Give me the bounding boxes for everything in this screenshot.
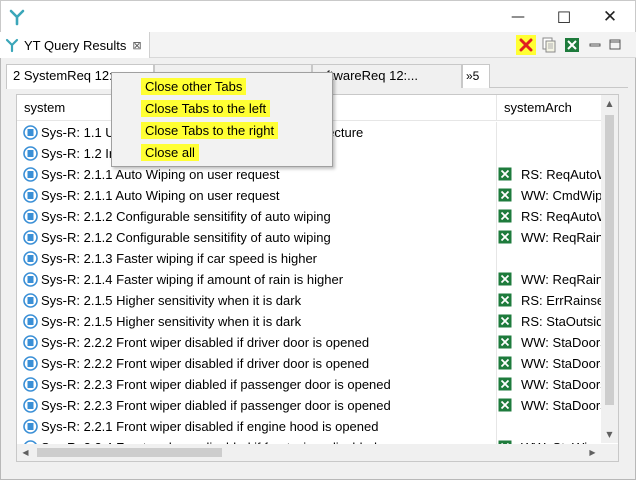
system-cell[interactable]: Sys-R: 2.1.1 Auto Wiping on user request bbox=[17, 164, 497, 185]
table-row[interactable]: Sys-R: 2.2.3 Front wiper diabled if pass… bbox=[17, 374, 603, 395]
systemarch-cell[interactable]: WW: StaDoors bbox=[497, 353, 603, 374]
minimize-view-button[interactable] bbox=[585, 35, 605, 55]
menu-item-close-tabs-right[interactable]: Close Tabs to the right bbox=[112, 120, 332, 142]
maximize-button[interactable]: ☐ bbox=[541, 1, 587, 33]
table-row[interactable]: Sys-R: 2.2.3 Front wiper diabled if pass… bbox=[17, 395, 603, 416]
system-cell[interactable]: Sys-R: 2.1.5 Higher sensitivity when it … bbox=[17, 290, 497, 311]
scroll-up-icon[interactable]: ▲ bbox=[601, 95, 618, 112]
systemarch-cell[interactable]: WW: ReqRainSensor bbox=[497, 269, 603, 290]
view-tab-label: YT Query Results bbox=[24, 37, 127, 53]
systemarch-cell[interactable] bbox=[497, 143, 603, 164]
systemarch-cell[interactable]: WW: StaDoors bbox=[497, 374, 603, 395]
table-row[interactable]: Sys-R: 2.1.1 Auto Wiping on user request… bbox=[17, 164, 603, 185]
menu-item-close-other-tabs[interactable]: Close other Tabs bbox=[112, 76, 332, 98]
maximize-view-icon bbox=[609, 39, 621, 50]
close-view-tab-icon[interactable]: ⊠ bbox=[132, 39, 141, 52]
system-cell[interactable]: Sys-R: 2.1.2 Configurable sensitifity of… bbox=[17, 206, 497, 227]
menu-item-label: Close Tabs to the right bbox=[141, 122, 279, 139]
menu-item-label: Close all bbox=[141, 144, 199, 161]
system-cell[interactable]: Sys-R: 2.2.3 Front wiper diabled if pass… bbox=[17, 395, 497, 416]
red-x-icon bbox=[519, 38, 533, 52]
systemarch-cell[interactable] bbox=[497, 248, 603, 269]
menu-item-close-tabs-left[interactable]: Close Tabs to the left bbox=[112, 98, 332, 120]
systemarch-cell[interactable]: WW: CmdWiping bbox=[497, 185, 603, 206]
table-row[interactable]: Sys-R: 2.2.1 Front wiper disabled if eng… bbox=[17, 416, 603, 437]
vertical-scroll-thumb[interactable] bbox=[605, 115, 614, 405]
table-row[interactable]: Sys-R: 2.1.5 Higher sensitivity when it … bbox=[17, 311, 603, 332]
system-cell[interactable]: Sys-R: 2.1.3 Faster wiping if car speed … bbox=[17, 248, 497, 269]
app-logo-icon bbox=[9, 9, 25, 26]
table-row[interactable]: Sys-R: 2.1.3 Faster wiping if car speed … bbox=[17, 248, 603, 269]
system-cell[interactable]: Sys-R: 2.2.2 Front wiper disabled if dri… bbox=[17, 332, 497, 353]
copy-button[interactable] bbox=[539, 35, 559, 55]
window-titlebar: — ☐ ✕ bbox=[0, 0, 636, 32]
scrollbar-corner bbox=[601, 444, 618, 461]
system-cell[interactable]: Sys-R: 2.1.2 Configurable sensitifity of… bbox=[17, 227, 497, 248]
systemarch-cell[interactable]: RS: ReqAutoWiping bbox=[497, 206, 603, 227]
menu-item-label: Close Tabs to the left bbox=[141, 100, 271, 117]
system-cell[interactable]: Sys-R: 2.1.5 Higher sensitivity when it … bbox=[17, 311, 497, 332]
query-tab-3[interactable]: oftwareReq 12:... bbox=[312, 64, 462, 88]
view-toolbar bbox=[516, 34, 625, 56]
system-cell[interactable]: Sys-R: 2.2.3 Front wiper diabled if pass… bbox=[17, 374, 497, 395]
export-excel-button[interactable] bbox=[562, 35, 582, 55]
minimize-button[interactable]: — bbox=[495, 1, 541, 33]
table-row[interactable]: Sys-R: 2.2.2 Front wiper disabled if dri… bbox=[17, 353, 603, 374]
systemarch-cell[interactable]: WW: ReqRainSensor bbox=[497, 227, 603, 248]
menu-item-close-all[interactable]: Close all bbox=[112, 142, 332, 164]
horizontal-scrollbar[interactable]: ◀ ▶ bbox=[17, 444, 601, 461]
systemarch-cell[interactable]: WW: StaDoors bbox=[497, 395, 603, 416]
more-tabs-button[interactable]: »5 bbox=[462, 64, 490, 88]
scroll-right-icon[interactable]: ▶ bbox=[584, 444, 601, 461]
table-row[interactable]: Sys-R: 2.1.4 Faster wiping if amount of … bbox=[17, 269, 603, 290]
system-cell[interactable]: Sys-R: 2.2.2 Front wiper disabled if dri… bbox=[17, 353, 497, 374]
table-row[interactable]: Sys-R: 2.1.1 Auto Wiping on user request… bbox=[17, 185, 603, 206]
table-row[interactable]: Sys-R: 2.1.5 Higher sensitivity when it … bbox=[17, 290, 603, 311]
systemarch-cell[interactable] bbox=[497, 416, 603, 437]
table-row[interactable]: Sys-R: 2.1.2 Configurable sensitifity of… bbox=[17, 206, 603, 227]
table-row[interactable]: Sys-R: 2.2.2 Front wiper disabled if dri… bbox=[17, 332, 603, 353]
system-cell[interactable]: Sys-R: 2.2.1 Front wiper disabled if eng… bbox=[17, 416, 497, 437]
horizontal-scroll-thumb[interactable] bbox=[37, 448, 222, 457]
maximize-view-button[interactable] bbox=[605, 35, 625, 55]
scroll-left-icon[interactable]: ◀ bbox=[17, 444, 34, 461]
system-cell[interactable]: Sys-R: 2.1.4 Faster wiping if amount of … bbox=[17, 269, 497, 290]
minimize-view-icon bbox=[589, 43, 601, 47]
vertical-scrollbar[interactable]: ▲ ▼ bbox=[601, 95, 618, 443]
systemarch-cell[interactable]: RS: StaOutsideLight bbox=[497, 311, 603, 332]
systemarch-cell[interactable]: RS: ReqAutoWiping bbox=[497, 164, 603, 185]
yt-logo-icon bbox=[5, 38, 19, 53]
menu-item-label: Close other Tabs bbox=[141, 78, 247, 95]
system-cell[interactable]: Sys-R: 2.1.1 Auto Wiping on user request bbox=[17, 185, 497, 206]
scroll-down-icon[interactable]: ▼ bbox=[601, 426, 618, 443]
table-row[interactable]: Sys-R: 2.1.2 Configurable sensitifity of… bbox=[17, 227, 603, 248]
systemarch-cell[interactable]: RS: ErrRainsensor bbox=[497, 290, 603, 311]
column-header-systemarch[interactable]: systemArch bbox=[497, 95, 603, 121]
close-window-button[interactable]: ✕ bbox=[587, 1, 633, 33]
copy-icon bbox=[542, 37, 556, 53]
view-tab-yt-query-results[interactable]: YT Query Results ⊠ bbox=[0, 32, 150, 58]
delete-query-button[interactable] bbox=[516, 35, 536, 55]
tab-context-menu: Close other Tabs Close Tabs to the left … bbox=[111, 72, 333, 167]
systemarch-cell[interactable]: WW: StaDoors bbox=[497, 332, 603, 353]
excel-icon bbox=[565, 38, 579, 52]
systemarch-cell[interactable] bbox=[497, 122, 603, 143]
